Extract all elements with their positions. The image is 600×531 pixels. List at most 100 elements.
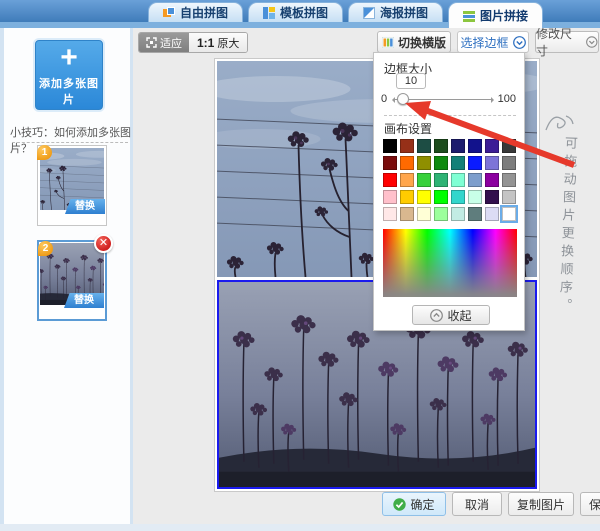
color-swatch[interactable] [417,139,431,153]
color-swatch[interactable] [400,156,414,170]
poster-collage-icon [363,7,375,19]
thumbnail-item-2[interactable]: 2 ✕ 替换 [37,240,107,321]
color-swatch[interactable] [451,173,465,187]
color-swatch[interactable] [417,190,431,204]
tab-label: 图片拼接 [480,7,528,24]
actual-size-button[interactable]: 1:1 原大 [189,33,247,52]
switch-layout-label: 切换横版 [398,34,446,51]
color-swatch[interactable] [502,190,516,204]
slider-handle[interactable] [397,93,409,105]
color-swatch[interactable] [417,207,431,221]
save-share-button[interactable]: 保存与分享 [580,492,600,516]
color-swatch[interactable] [468,156,482,170]
color-swatch[interactable] [400,139,414,153]
actual-ratio: 1:1 [197,36,214,50]
color-palette [383,139,519,221]
color-swatch[interactable] [434,190,448,204]
replace-button[interactable]: 替换 [65,199,105,214]
fit-label: 适应 [160,35,182,51]
slider-track[interactable] [393,99,493,100]
color-swatch[interactable] [451,207,465,221]
border-size-value[interactable]: 10 [396,73,426,89]
switch-layout-button[interactable]: 切换横版 [377,31,451,53]
color-swatch[interactable] [383,207,397,221]
color-swatch[interactable] [417,173,431,187]
ok-label: 确定 [410,496,434,513]
sidebar-divider [12,142,128,143]
fit-view-button[interactable]: 适应 [139,33,189,52]
color-swatch[interactable] [485,156,499,170]
color-swatch[interactable] [485,207,499,221]
image-stitch-icon [463,10,475,22]
color-swatch[interactable] [451,190,465,204]
color-swatch[interactable] [468,139,482,153]
main-area: 适应 1:1 原大 切换横版 选择边框 修改尺寸 [140,28,600,524]
collapse-button[interactable]: 收起 [412,305,490,325]
replace-button[interactable]: 替换 [64,293,104,308]
cancel-button[interactable]: 取消 [452,492,502,516]
tab-image-stitch[interactable]: 图片拼接 [448,2,543,28]
resize-label: 修改尺寸 [536,25,582,59]
remove-image-icon[interactable]: ✕ [94,234,113,253]
color-swatch[interactable] [468,207,482,221]
color-swatch[interactable] [502,207,516,221]
color-swatch[interactable] [400,207,414,221]
order-badge: 2 [38,241,53,256]
color-swatch[interactable] [502,173,516,187]
collapse-label: 收起 [447,307,471,324]
color-swatch[interactable] [383,190,397,204]
free-collage-icon [163,7,175,19]
color-swatch[interactable] [485,190,499,204]
slider-max-label: 100 [498,93,516,105]
color-swatch[interactable] [434,139,448,153]
order-badge: 1 [37,145,52,160]
color-swatch[interactable] [434,173,448,187]
add-images-label: 添加多张图片 [36,75,102,107]
color-swatch[interactable] [451,156,465,170]
plus-icon: + [36,41,102,75]
color-gradient-picker[interactable] [383,229,517,297]
color-swatch[interactable] [434,207,448,221]
chevron-down-circle-icon [586,36,598,48]
thumbnail-item-1[interactable]: 1 替换 [37,145,107,226]
color-swatch[interactable] [383,139,397,153]
copy-image-button[interactable]: 复制图片 [508,492,574,516]
tab-label: 模板拼图 [280,4,328,21]
canvas-settings-label: 画布设置 [384,120,432,137]
color-swatch[interactable] [451,139,465,153]
color-swatch[interactable] [468,190,482,204]
color-swatch[interactable] [502,156,516,170]
tab-free-collage[interactable]: 自由拼图 [148,2,243,22]
border-size-slider: 0 100 [374,93,526,107]
template-collage-icon [263,7,275,19]
zoom-mode-group: 适应 1:1 原大 [138,32,248,53]
border-settings-panel: 边框大小 10 0 100 画布设置 收起 [373,52,525,331]
color-swatch[interactable] [485,173,499,187]
save-share-label: 保存与分享 [589,496,600,513]
slider-min-label: 0 [381,93,387,105]
app-window: ✿ 拼图 自由拼图 模板拼图 海报拼图 [0,0,600,531]
color-swatch[interactable] [383,156,397,170]
main-tabs: 自由拼图 模板拼图 海报拼图 图片拼接 [148,0,543,28]
select-border-button[interactable]: 选择边框 [457,31,529,53]
color-swatch[interactable] [468,173,482,187]
layout-grid-icon [382,37,394,48]
panel-divider [384,115,516,116]
tab-template-collage[interactable]: 模板拼图 [248,2,343,22]
add-images-button[interactable]: + 添加多张图片 [35,40,103,110]
ok-button[interactable]: 确定 [382,492,446,516]
color-swatch[interactable] [417,156,431,170]
tab-poster-collage[interactable]: 海报拼图 [348,2,443,22]
copy-image-label: 复制图片 [517,496,565,513]
color-swatch[interactable] [434,156,448,170]
chevron-up-circle-icon [430,309,443,322]
color-swatch[interactable] [383,173,397,187]
color-swatch[interactable] [400,173,414,187]
chevron-down-circle-icon [513,36,526,49]
color-swatch[interactable] [400,190,414,204]
color-swatch[interactable] [485,139,499,153]
handwritten-note: 可拖动图片更换顺序。 [554,136,579,317]
color-swatch[interactable] [502,139,516,153]
resize-button[interactable]: 修改尺寸 [535,31,599,53]
tab-label: 自由拼图 [180,4,228,21]
